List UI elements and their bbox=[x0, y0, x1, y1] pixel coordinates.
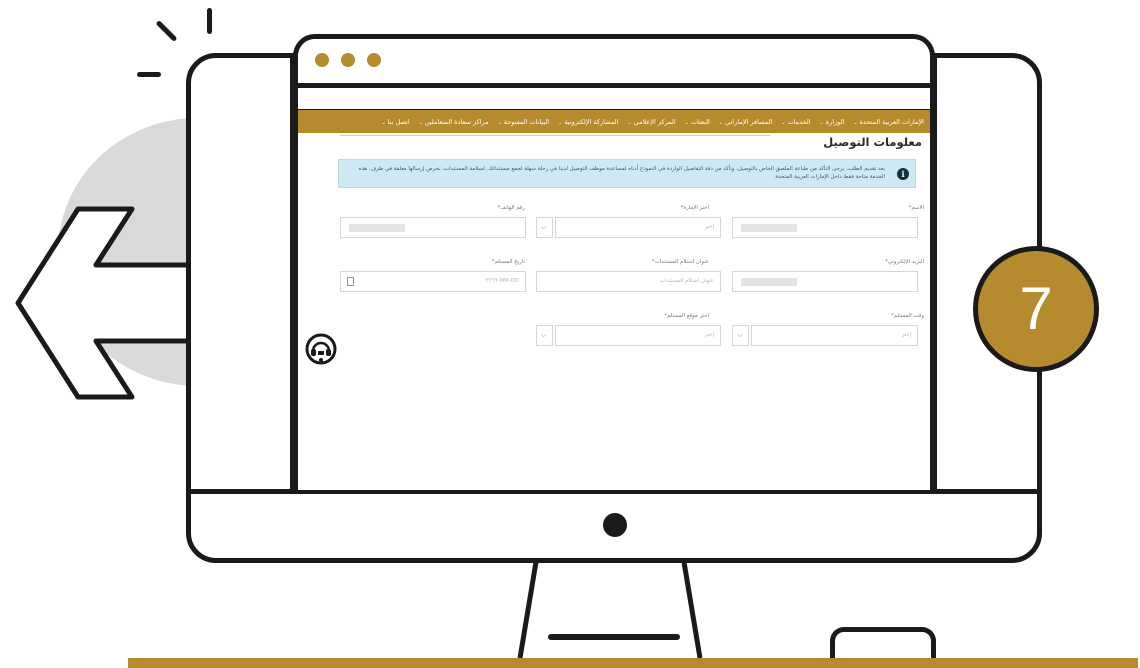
site-navbar: الإمارات العربية المتحدة⌄ الوزارة⌄ الخدم… bbox=[298, 110, 930, 133]
spark-line-2 bbox=[155, 20, 178, 42]
spark-line-3 bbox=[137, 72, 161, 77]
page-title: معلومات التوصيل bbox=[823, 135, 922, 149]
email-field[interactable] bbox=[732, 271, 918, 292]
info-icon: i bbox=[897, 168, 909, 180]
nav-item[interactable]: البعثات⌄ bbox=[685, 118, 710, 126]
phone-label: رقم الهاتف* bbox=[497, 205, 525, 211]
pickup-time-label: وقت المستلم* bbox=[891, 313, 924, 319]
nav-item[interactable]: البيانات المفتوحة⌄ bbox=[498, 118, 550, 126]
power-button-icon bbox=[603, 513, 627, 537]
pickup-time-select[interactable]: إختر bbox=[751, 325, 918, 346]
nav-item[interactable]: المسافر الإماراتي⌄ bbox=[719, 118, 772, 126]
form-content: معلومات التوصيل i بعد تقديم الطلب، يرجى … bbox=[298, 133, 930, 490]
emirate-label: اختر الإمارة* bbox=[680, 205, 709, 211]
nav-item[interactable]: المشاركة الإلكترونية⌄ bbox=[558, 118, 618, 126]
name-field[interactable] bbox=[732, 217, 918, 238]
email-label: البريد الإلكتروني* bbox=[885, 259, 924, 265]
phone-value bbox=[349, 224, 405, 232]
nav-item[interactable]: الخدمات⌄ bbox=[781, 118, 810, 126]
nav-item[interactable]: الوزارة⌄ bbox=[819, 118, 844, 126]
browser-toolbar bbox=[298, 88, 930, 111]
pickup-date-label: تاريخ المستلم* bbox=[491, 259, 525, 265]
name-label: الاسم* bbox=[908, 205, 924, 211]
headset-icon[interactable] bbox=[304, 332, 338, 366]
nav-item[interactable]: مراكز سعادة المتعاملين⌄ bbox=[419, 118, 489, 126]
nav-item[interactable]: المركز الإعلامي⌄ bbox=[627, 118, 675, 126]
arrow-left-icon[interactable] bbox=[14, 205, 204, 401]
nav-item[interactable]: اتصل بنا⌄ bbox=[381, 118, 409, 126]
window-dot-icon bbox=[367, 53, 381, 67]
step-number-badge: 7 bbox=[973, 246, 1099, 372]
emirate-select[interactable]: إختر bbox=[555, 217, 721, 238]
name-value bbox=[741, 224, 797, 232]
emirate-dropdown-toggle[interactable]: ⌵ bbox=[536, 217, 553, 238]
monitor-stand bbox=[517, 561, 703, 659]
info-alert: i بعد تقديم الطلب، يرجى التأكد من طباعة … bbox=[338, 159, 916, 188]
title-divider bbox=[340, 135, 770, 136]
desk-line bbox=[128, 658, 1138, 668]
nav-item[interactable]: الإمارات العربية المتحدة⌄ bbox=[853, 118, 924, 126]
browser-title-bar bbox=[298, 39, 930, 88]
browser-window: الإمارات العربية المتحدة⌄ الوزارة⌄ الخدم… bbox=[293, 34, 935, 490]
chevron-down-icon: ⌵ bbox=[737, 331, 743, 339]
pickup-location-label: اختر موقع المستلم* bbox=[664, 313, 709, 319]
chevron-down-icon: ⌵ bbox=[541, 223, 547, 231]
pickup-time-dropdown-toggle[interactable]: ⌵ bbox=[732, 325, 749, 346]
window-dot-icon bbox=[341, 53, 355, 67]
address-field[interactable]: عنوان استلام المستندات bbox=[536, 271, 721, 292]
address-label: عنوان استلام المستندات* bbox=[651, 259, 709, 265]
phone-field[interactable] bbox=[340, 217, 526, 238]
chevron-down-icon: ⌵ bbox=[541, 331, 547, 339]
calendar-icon[interactable] bbox=[347, 277, 354, 286]
info-text: بعد تقديم الطلب، يرجى التأكد من طباعة ال… bbox=[358, 166, 885, 180]
window-dot-icon bbox=[315, 53, 329, 67]
pickup-location-dropdown-toggle[interactable]: ⌵ bbox=[536, 325, 553, 346]
email-value bbox=[741, 278, 797, 286]
spark-line-1 bbox=[207, 8, 212, 34]
pickup-date-field[interactable]: YYYY-MM-DD bbox=[340, 271, 526, 292]
pickup-location-select[interactable]: إختر bbox=[555, 325, 721, 346]
